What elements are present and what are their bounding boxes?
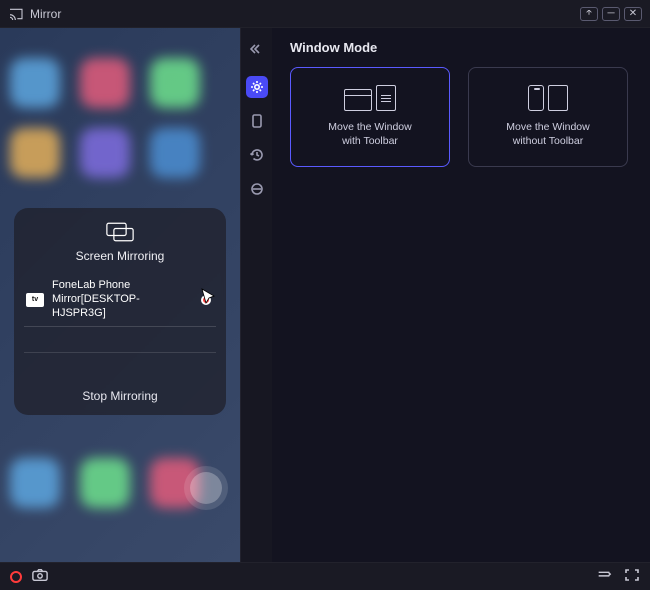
window-mode-card-without-toolbar[interactable]: Move the Window without Toolbar [468,67,628,167]
screen-mirroring-label: Screen Mirroring [24,249,216,263]
empty-device-row [24,327,216,353]
mirroring-device-row[interactable]: tv FoneLab Phone Mirror[DESKTOP-HJSPR3G] [24,273,216,327]
device-name: FoneLab Phone Mirror[DESKTOP-HJSPR3G] [52,279,190,320]
tab-settings[interactable] [246,76,268,98]
side-tabs [240,28,272,562]
record-button[interactable] [10,571,22,583]
with-toolbar-icon [344,85,396,111]
card-label: Move the Window without Toolbar [506,121,589,148]
titlebar: Mirror ─ ✕ [0,0,650,28]
without-toolbar-icon [528,85,568,111]
fullscreen-button[interactable] [624,568,640,585]
device-selected-indicator [198,292,214,308]
tab-history[interactable] [246,144,268,166]
screenshot-button[interactable] [32,568,48,585]
assistive-touch-dot[interactable] [190,472,222,504]
close-button[interactable]: ✕ [624,7,642,21]
settings-pane: Window Mode Move the Window with Toolbar… [272,28,650,562]
footer-bar [0,562,650,590]
collapse-icon[interactable] [246,38,268,60]
section-title: Window Mode [290,40,632,55]
app-cast-icon [8,6,24,22]
list-toggle-button[interactable] [596,568,612,585]
minimize-button[interactable]: ─ [602,7,620,21]
tab-device[interactable] [246,110,268,132]
tab-brightness[interactable] [246,178,268,200]
stop-mirroring-button[interactable]: Stop Mirroring [24,379,216,407]
empty-device-row [24,353,216,379]
main-area: Screen Mirroring tv FoneLab Phone Mirror… [0,28,650,562]
card-label: Move the Window with Toolbar [328,121,411,148]
pin-button[interactable] [580,7,598,21]
window-mode-card-with-toolbar[interactable]: Move the Window with Toolbar [290,67,450,167]
mirroring-icon [106,222,134,242]
phone-mirror-pane: Screen Mirroring tv FoneLab Phone Mirror… [0,28,240,562]
tv-icon: tv [26,293,44,307]
screen-mirroring-panel: Screen Mirroring tv FoneLab Phone Mirror… [14,208,226,415]
app-title: Mirror [30,7,61,21]
